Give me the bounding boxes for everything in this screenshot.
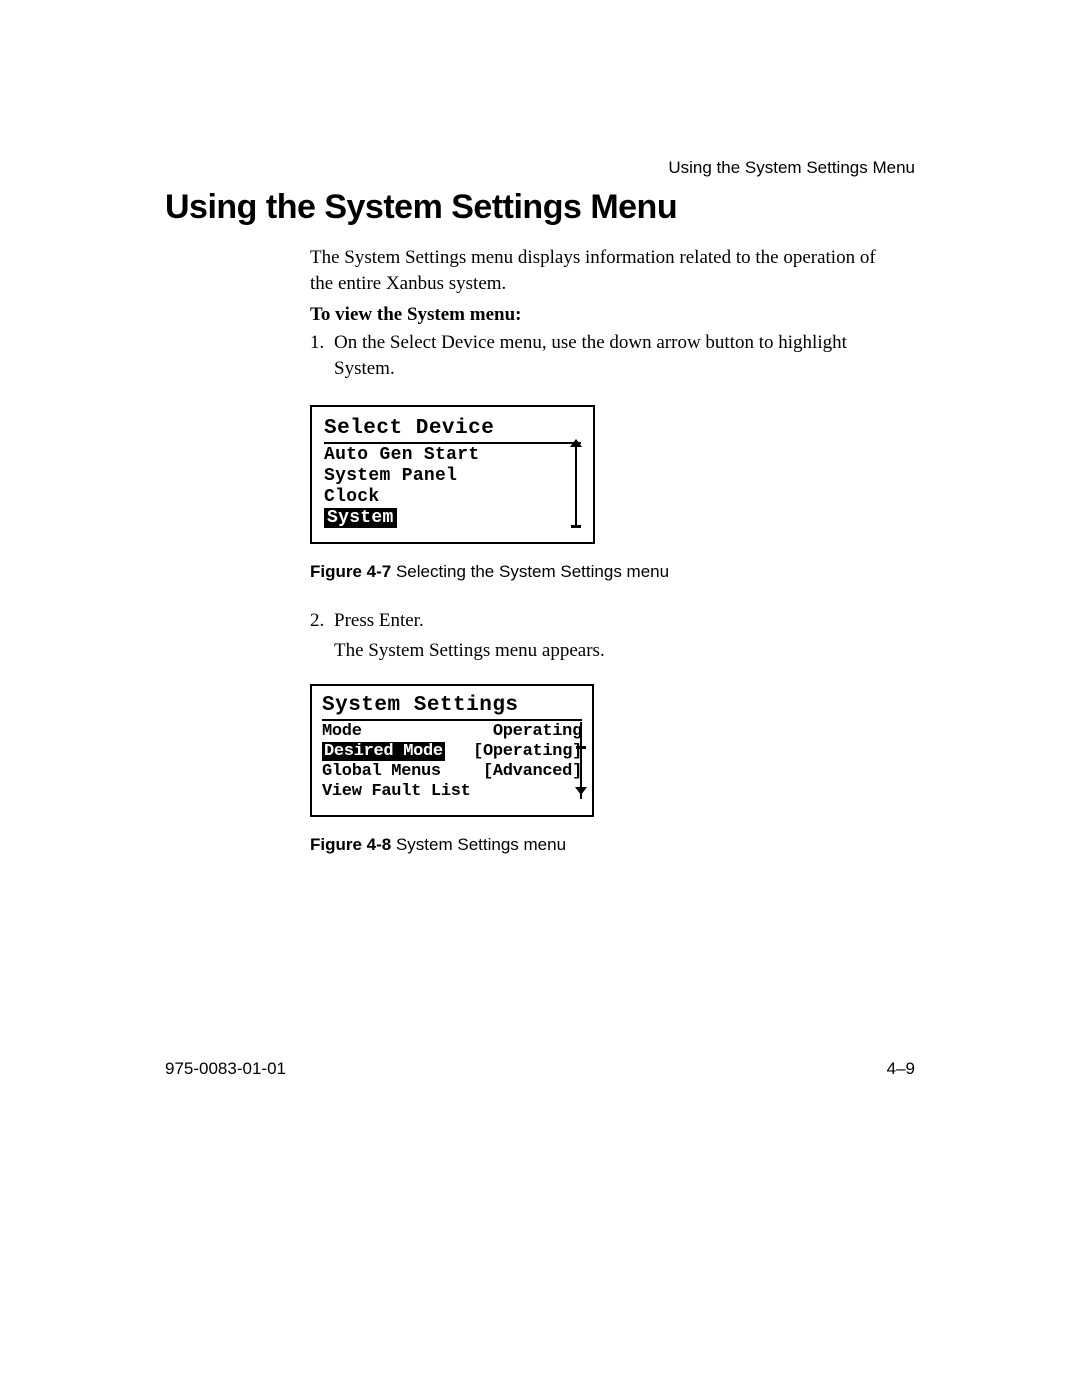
figure-select-device: Select Device Auto Gen Start System Pane… [310,405,595,544]
footer-document-id: 975-0083-01-01 [165,1059,286,1079]
step-number: 2. [310,608,334,634]
scroll-down-icon [575,787,587,795]
lcd-row-label: Desired Mode [322,742,445,761]
figure-caption-1: Figure 4-7 Selecting the System Settings… [310,562,915,582]
lcd-row-value: [Advanced] [483,762,582,781]
lcd-item: Clock [324,487,581,507]
lcd-row-value: Operating [493,722,582,741]
lcd-item: System Panel [324,466,581,486]
step-text: Press Enter. [334,608,900,634]
lcd-row: Global Menus [Advanced] [322,762,582,781]
caption-number: Figure 4-8 [310,835,391,854]
lcd-item-highlighted: System [324,508,581,528]
lcd-title: System Settings [322,694,582,721]
lcd-item: Auto Gen Start [324,445,581,465]
page-footer: 975-0083-01-01 4–9 [165,1059,915,1079]
intro-paragraph: The System Settings menu displays inform… [310,245,900,296]
step-1: 1. On the Select Device menu, use the do… [310,330,900,381]
caption-text: System Settings menu [391,835,566,854]
step-2: 2. Press Enter. [310,608,900,634]
lcd-title: Select Device [324,417,581,444]
lcd-row-highlighted: Desired Mode [Operating] [322,742,582,761]
step-number: 1. [310,330,334,381]
caption-text: Selecting the System Settings menu [391,562,669,581]
scrollbar-tick [571,525,581,528]
lcd-row-label: Mode [322,722,362,741]
scrollbar-tick [576,746,586,749]
running-header: Using the System Settings Menu [668,158,915,178]
lcd-row-label: View Fault List [322,782,471,801]
lcd-row-value: [Operating] [473,742,582,761]
lcd-row: Mode Operating [322,722,582,741]
scrollbar-track [575,445,577,528]
footer-page-number: 4–9 [887,1059,915,1079]
page-title: Using the System Settings Menu [165,188,915,227]
caption-number: Figure 4-7 [310,562,391,581]
subheading: To view the System menu: [310,302,900,328]
lcd-row-label: Global Menus [322,762,441,781]
figure-system-settings: System Settings Mode Operating Desired M… [310,684,594,817]
lcd-row: View Fault List [322,782,582,801]
figure-caption-2: Figure 4-8 System Settings menu [310,835,915,855]
step-text: On the Select Device menu, use the down … [334,330,900,381]
step-2-followup: The System Settings menu appears. [334,640,915,662]
